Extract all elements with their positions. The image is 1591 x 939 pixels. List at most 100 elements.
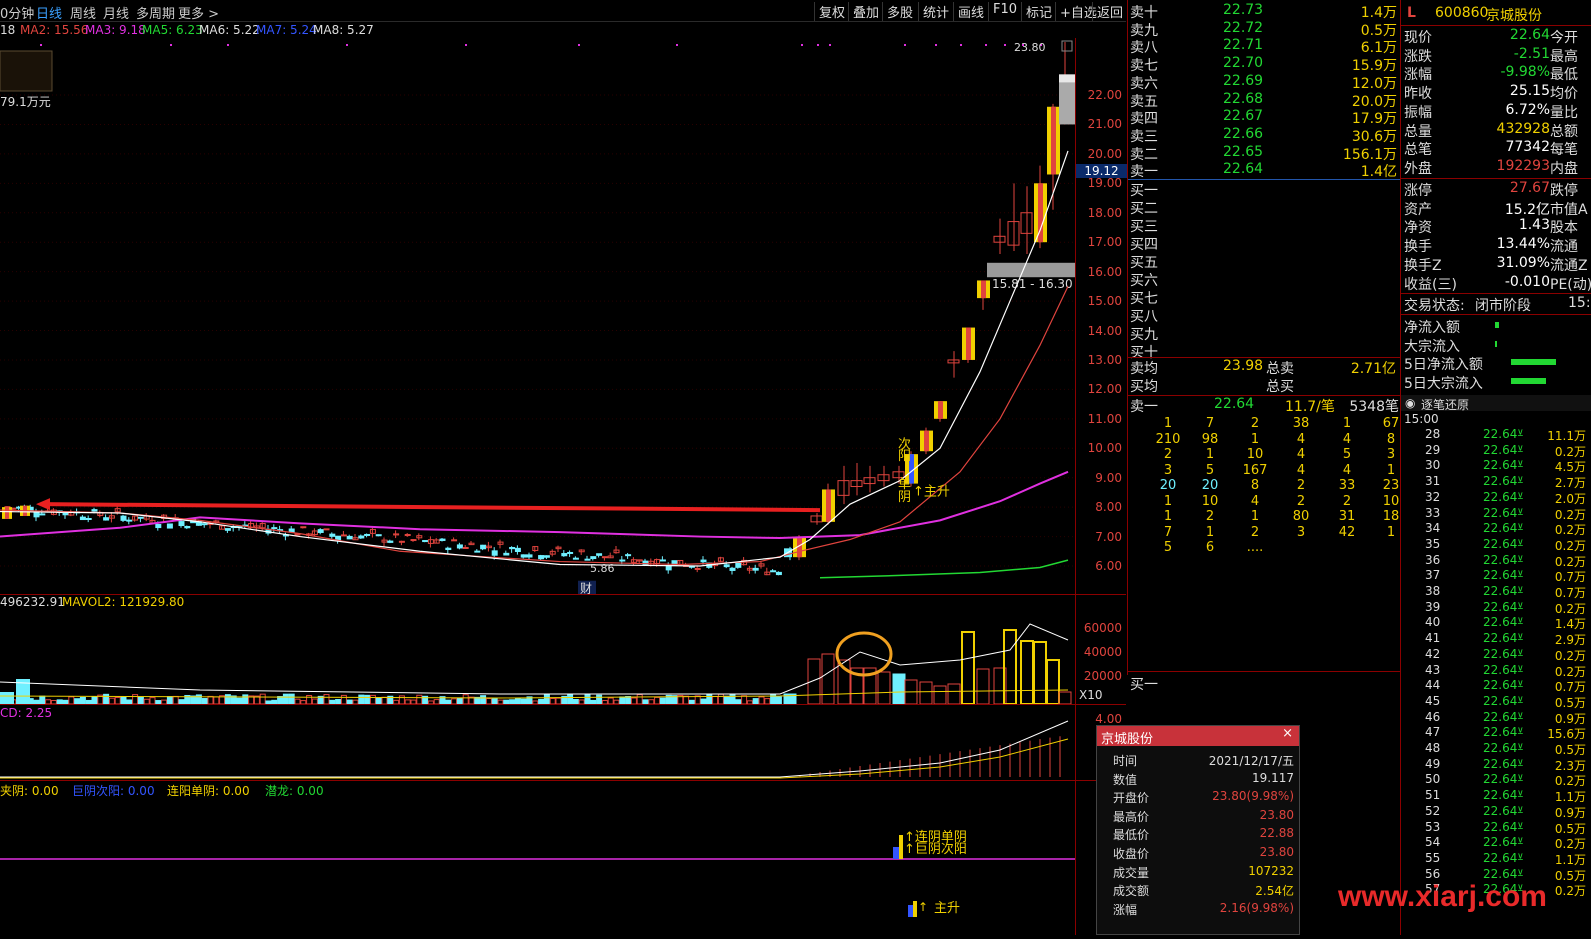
queue-cell: 7 — [1205, 416, 1215, 431]
signal-svg: ↑连阴单阴↑巨阴次阳↑ 主升 — [0, 829, 1075, 917]
popup-value: 2.54亿 — [1255, 884, 1294, 899]
mark-button[interactable]: 标记 — [1021, 2, 1056, 21]
tick-volume: 0.9万 — [1554, 711, 1586, 726]
volume-bar — [323, 694, 330, 705]
tick-row: 45 22.64 ⊻ 0.5万 — [1401, 694, 1591, 710]
tab-weekly[interactable]: 周线 — [70, 3, 96, 22]
f10-button[interactable]: F10 — [988, 2, 1021, 21]
tick-second: 39 — [1425, 599, 1441, 614]
candle-body — [981, 280, 986, 299]
candle-body — [752, 567, 759, 571]
tab-more[interactable]: 更多 > — [178, 3, 219, 22]
back-button[interactable]: 返回 — [1092, 2, 1127, 21]
price-tick: 19.00 — [1087, 176, 1122, 191]
price-tick: 11.00 — [1087, 411, 1122, 426]
bid-label[interactable]: 买四 — [1130, 234, 1158, 254]
volume-axis: 60000 40000 20000 X10 — [1075, 594, 1126, 704]
down-arrow-icon: ⊻ — [1517, 491, 1524, 502]
bid-label[interactable]: 买二 — [1130, 198, 1158, 218]
candle-body — [39, 513, 46, 516]
ask-row[interactable]: 卖二 22.65 156.1万 — [1128, 144, 1401, 163]
ask-row[interactable]: 卖四 22.67 17.9万 — [1128, 108, 1401, 127]
ask-row[interactable]: 卖五 22.68 20.0万 — [1128, 91, 1401, 110]
restore-rights-button[interactable]: 复权 — [814, 2, 849, 21]
down-arrow-icon: ⊻ — [1517, 664, 1524, 675]
tick-second: 38 — [1425, 584, 1441, 598]
candle-body — [729, 567, 736, 571]
tick-price: 22.64 — [1483, 866, 1518, 881]
close-icon[interactable]: × — [1282, 726, 1293, 741]
trade-time: 15:0 — [1568, 295, 1591, 311]
tab-multi-period[interactable]: 多周期 — [136, 3, 175, 22]
bid-label[interactable]: 买九 — [1130, 324, 1158, 344]
signal-bar — [899, 835, 903, 859]
quote-value: 6.72% — [1505, 101, 1550, 118]
quote-key2: 均价 — [1550, 86, 1578, 103]
ask-row[interactable]: 卖三 22.66 30.6万 — [1128, 125, 1401, 145]
bid-label[interactable]: 买七 — [1130, 288, 1158, 308]
quote-value: 192293 — [1496, 157, 1550, 174]
signal-chart[interactable]: ↑连阴单阴 ↑巨阴次阳 ↑ 主升 — [0, 781, 1075, 935]
tab-minute[interactable]: 0分钟 — [0, 3, 34, 22]
multi-stock-button[interactable]: 多股 — [882, 2, 917, 21]
avg-sell-price: 23.98 — [1223, 358, 1264, 374]
tab-daily[interactable]: 日线 — [36, 3, 62, 22]
bid-label[interactable]: 买八 — [1130, 306, 1158, 326]
tick-row: 31 22.64 ⊻ 2.7万 — [1401, 474, 1591, 490]
volume-bar — [277, 696, 284, 705]
tick-row: 42 22.64 ⊻ 0.2万 — [1401, 647, 1591, 663]
volume-bar — [706, 693, 713, 705]
tick-volume: 0.9万 — [1554, 805, 1586, 820]
ask-row[interactable]: 卖六 22.69 12.0万 — [1128, 73, 1401, 92]
ask-row[interactable]: 卖十 22.73 1.4万 — [1128, 2, 1401, 21]
flow-label: 大宗流入 — [1404, 338, 1460, 355]
queue-cell: 4 — [1342, 431, 1352, 447]
draw-line-button[interactable]: 画线 — [953, 2, 988, 21]
volume-bar — [947, 683, 961, 705]
down-arrow-icon: ⊻ — [1517, 695, 1524, 706]
tick-volume: 0.2万 — [1554, 523, 1586, 538]
candle-body — [723, 564, 730, 568]
ask-price: 22.66 — [1223, 125, 1264, 142]
statistics-button[interactable]: 统计 — [918, 2, 953, 21]
price-tick: 18.00 — [1087, 205, 1122, 220]
tick-second: 56 — [1425, 866, 1441, 881]
annotation: 主升 — [934, 901, 960, 916]
ask-row[interactable]: 卖七 22.70 15.9万 — [1128, 55, 1401, 74]
ma-legend-item: MA3: 9.18 — [85, 23, 146, 37]
bid-label[interactable]: 买三 — [1130, 216, 1158, 236]
volume-bar — [976, 668, 990, 705]
ask-row[interactable]: 卖八 22.71 6.1万 — [1128, 37, 1401, 56]
candle-body — [938, 401, 943, 419]
tick-list[interactable]: ◉ 逐笔还原 15:00 28 22.64 ⊻ 11.1万 29 22.64 ⊻ 0.2万 30 22.… — [1400, 395, 1591, 935]
tick-price: 22.64 — [1483, 521, 1518, 536]
tick-price: 22.64 — [1483, 772, 1518, 787]
bid-label[interactable]: 买一 — [1130, 180, 1158, 200]
volume-bar — [584, 693, 591, 705]
divider — [1401, 25, 1591, 26]
divider — [1128, 179, 1401, 180]
bid-label[interactable]: 买六 — [1130, 270, 1158, 290]
mavol2-legend: MAVOL2: 121929.80 — [62, 595, 185, 609]
macd-legend-value: CD: 2.25 — [0, 706, 53, 720]
tab-monthly[interactable]: 月线 — [103, 3, 129, 22]
volume-bar — [933, 685, 947, 705]
tick-price: 22.64 — [1483, 442, 1518, 457]
ask-row[interactable]: 卖九 22.72 0.5万 — [1128, 20, 1401, 39]
marker-dot — [227, 44, 229, 46]
volume-chart[interactable] — [0, 610, 1075, 705]
bid-label[interactable]: 买五 — [1130, 252, 1158, 272]
tick-row: 33 22.64 ⊻ 0.2万 — [1401, 506, 1591, 522]
down-arrow-icon: ⊻ — [1517, 633, 1524, 644]
dif-line — [0, 720, 1069, 778]
candlestick-chart[interactable]: 79.1万元23.8021.15.81 - 16.30次阳单阴↑主升5.86财 — [0, 38, 1078, 596]
overlay-button[interactable]: 叠加 — [848, 2, 883, 21]
volume-bar — [242, 694, 249, 705]
ma-legend-item: MA2: 15.56 — [20, 23, 89, 37]
marker-dot — [578, 44, 580, 46]
quote-key: 总笔 — [1404, 142, 1432, 159]
ask-row[interactable]: 卖一 22.64 1.4亿 — [1128, 161, 1401, 180]
tick-row: 36 22.64 ⊻ 0.2万 — [1401, 553, 1591, 569]
volume-bar — [207, 695, 214, 705]
candle-body — [619, 559, 626, 562]
